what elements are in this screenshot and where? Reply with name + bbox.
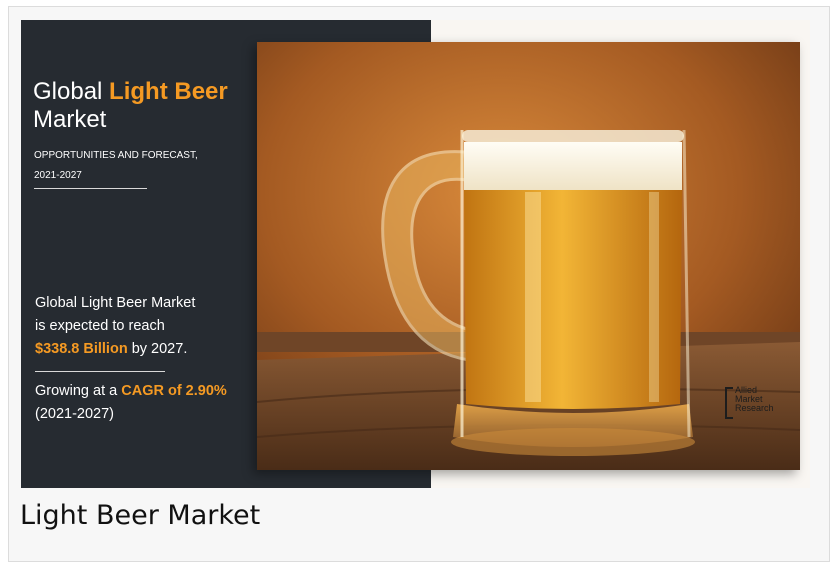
stat-suffix: by 2027.	[127, 341, 188, 357]
market-size-value: $338.8 Billion	[35, 341, 128, 357]
growth-statement: Growing at a CAGR of 2.90% (2021-2027)	[35, 380, 265, 426]
beer-mug-photo: Allied Market Research	[257, 42, 800, 470]
divider	[34, 188, 147, 189]
subtitle-line2: 2021-2027	[34, 170, 82, 181]
market-size-statement: Global Light Beer Market is expected to …	[35, 292, 255, 361]
cagr-value: CAGR of 2.90%	[121, 383, 227, 399]
beer-mug-illustration	[257, 42, 800, 470]
title-prefix: Global	[33, 78, 103, 105]
subtitle-line1: OPPORTUNITIES AND FORECAST,	[34, 150, 198, 161]
growth-prefix: Growing at a	[35, 383, 122, 399]
infographic-title: Global Light Beer Market	[33, 78, 228, 134]
divider	[35, 371, 165, 372]
title-highlight: Light Beer	[109, 78, 228, 105]
brand-mark-icon	[725, 387, 733, 419]
image-caption: Light Beer Market	[20, 500, 261, 531]
allied-market-research-logo: Allied Market Research	[725, 386, 795, 426]
brand-line-3: Research	[735, 403, 774, 413]
title-line2: Market	[33, 106, 107, 133]
stat-line2: is expected to reach	[35, 318, 165, 334]
stat-line1: Global Light Beer Market	[35, 295, 196, 311]
market-infographic: Global Light Beer Market OPPORTUNITIES A…	[21, 20, 810, 488]
growth-period: (2021-2027)	[35, 406, 114, 422]
infographic-subtitle: OPPORTUNITIES AND FORECAST, 2021-2027	[34, 146, 234, 186]
